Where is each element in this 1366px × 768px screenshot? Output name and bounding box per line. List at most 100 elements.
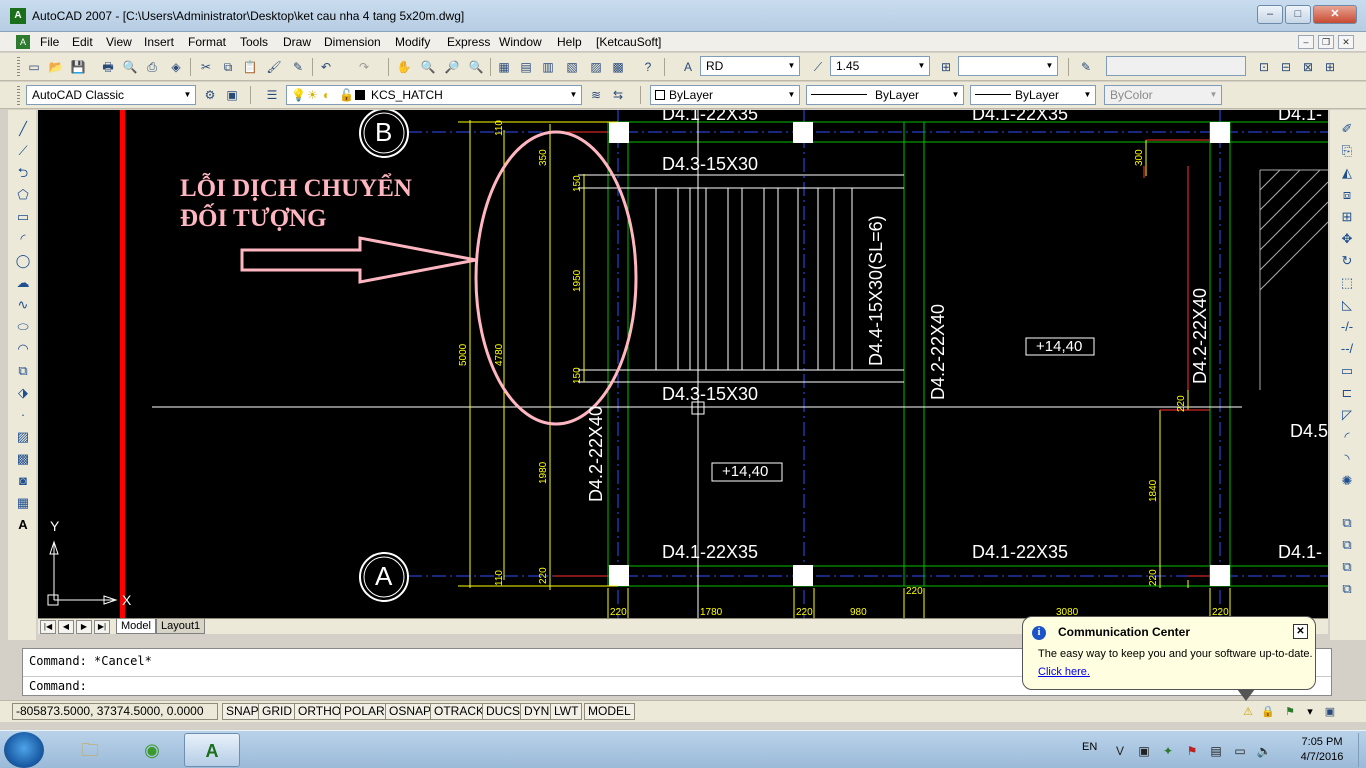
document-icon[interactable]: A xyxy=(16,35,30,49)
first-tab-icon[interactable]: |◀ xyxy=(40,620,56,634)
ducs-toggle[interactable]: DUCS xyxy=(482,703,525,720)
ortho-toggle[interactable]: ORTHO xyxy=(294,703,346,720)
trim-icon[interactable]: -/- xyxy=(1338,318,1356,336)
rectangle-icon[interactable]: ▭ xyxy=(14,208,32,226)
match-properties-icon[interactable]: 🖌 xyxy=(264,57,284,77)
undo-icon[interactable]: ↶ xyxy=(316,57,336,77)
unikey-icon[interactable]: V xyxy=(1112,743,1128,759)
polygon-icon[interactable]: ⬠ xyxy=(14,186,32,204)
table-icon[interactable]: ▦ xyxy=(14,494,32,512)
plot-preview-icon[interactable]: 🔍 xyxy=(120,57,140,77)
polyline-icon[interactable]: ⮌ xyxy=(14,164,32,182)
dim-style-icon[interactable]: ⟋ xyxy=(808,57,828,77)
tab-model[interactable]: Model xyxy=(116,619,156,634)
command-prompt[interactable]: Command: xyxy=(29,679,87,693)
menu-window[interactable]: Window xyxy=(499,35,542,49)
multiline-style-icon[interactable]: ✎ xyxy=(1076,57,1096,77)
clean-screen-icon[interactable]: ▣ xyxy=(1322,704,1338,720)
draworder2-icon[interactable]: ⧉ xyxy=(1338,536,1356,554)
minimize-button[interactable]: – xyxy=(1257,5,1283,24)
new-icon[interactable]: ▭ xyxy=(24,57,44,77)
3d-dwf-icon[interactable]: ◈ xyxy=(166,57,186,77)
redo-icon[interactable]: ↷ xyxy=(354,57,374,77)
lineweight-select[interactable]: ByLayer ▼ xyxy=(970,85,1096,105)
layer-previous-icon[interactable]: ⇆ xyxy=(608,85,628,105)
explode-icon[interactable]: ✺ xyxy=(1338,472,1356,490)
circle-icon[interactable]: ◯ xyxy=(14,252,32,270)
copy-icon[interactable]: ⧉ xyxy=(218,57,238,77)
save-icon[interactable]: 💾 xyxy=(68,57,88,77)
maximize-button[interactable]: □ xyxy=(1285,5,1311,24)
clock[interactable]: 7:05 PM 4/7/2016 xyxy=(1290,735,1354,765)
chamfer-icon[interactable]: ◸ xyxy=(1338,406,1356,424)
draworder-icon[interactable]: ⧉ xyxy=(1338,514,1356,532)
prev-tab-icon[interactable]: ◀ xyxy=(58,620,74,634)
arc-icon[interactable]: ◜ xyxy=(14,230,32,248)
tab-layout1[interactable]: Layout1 xyxy=(156,619,206,634)
make-current-layer-icon[interactable]: ≋ xyxy=(586,85,606,105)
menu-file[interactable]: File xyxy=(40,35,59,49)
viewport3-icon[interactable]: ⊠ xyxy=(1298,57,1318,77)
balloon-close-button[interactable]: ✕ xyxy=(1293,624,1308,639)
next-tab-icon[interactable]: ▶ xyxy=(76,620,92,634)
layer-manager-icon[interactable]: ☰ xyxy=(262,85,282,105)
pan-icon[interactable]: ✋ xyxy=(394,57,414,77)
menu-help[interactable]: Help xyxy=(557,35,582,49)
polar-toggle[interactable]: POLAR xyxy=(340,703,389,720)
block-editor-icon[interactable]: ✎ xyxy=(288,57,308,77)
region-icon[interactable]: ◙ xyxy=(14,472,32,490)
monitor-icon[interactable]: ▭ xyxy=(1232,743,1248,759)
menu-express[interactable]: Express xyxy=(447,35,490,49)
rotate-icon[interactable]: ↻ xyxy=(1338,252,1356,270)
communication-center-icon[interactable]: ⚑ xyxy=(1282,704,1298,720)
coccoc-taskbar-icon[interactable]: ◉ xyxy=(124,733,180,767)
move-icon[interactable]: ✥ xyxy=(1338,230,1356,248)
menu-draw[interactable]: Draw xyxy=(283,35,311,49)
doc-minimize-button[interactable]: – xyxy=(1298,35,1314,49)
gradient-icon[interactable]: ▩ xyxy=(14,450,32,468)
dyn-toggle[interactable]: DYN xyxy=(520,703,554,720)
zoom-window-icon[interactable]: 🔎 xyxy=(442,57,462,77)
osnap-toggle[interactable]: OSNAP xyxy=(385,703,436,720)
menu-modify[interactable]: Modify xyxy=(395,35,430,49)
close-button[interactable]: ✕ xyxy=(1313,5,1357,24)
style-select-disabled[interactable] xyxy=(1106,56,1246,76)
viewport4-icon[interactable]: ⊞ xyxy=(1320,57,1340,77)
ellipse-arc-icon[interactable]: ◠ xyxy=(14,340,32,358)
zoom-previous-icon[interactable]: 🔍 xyxy=(466,57,486,77)
warning-icon[interactable]: ⚠ xyxy=(1240,704,1256,720)
markup-icon[interactable]: ▨ xyxy=(586,57,606,77)
draworder4-icon[interactable]: ⧉ xyxy=(1338,580,1356,598)
publish-icon[interactable]: ⎙ xyxy=(142,57,162,77)
model-toggle[interactable]: MODEL xyxy=(584,703,635,720)
explorer-taskbar-icon[interactable]: 🗀 xyxy=(62,733,118,767)
snap-toggle[interactable]: SNAP xyxy=(222,703,263,720)
mtext-icon[interactable]: A xyxy=(14,516,32,534)
table-style-select[interactable]: ▼ xyxy=(958,56,1058,76)
insert-block-icon[interactable]: ⧉ xyxy=(14,362,32,380)
line-icon[interactable]: ╱ xyxy=(14,120,32,138)
break-icon[interactable]: ▭ xyxy=(1338,362,1356,380)
tool-palettes-icon[interactable]: ▥ xyxy=(538,57,558,77)
menu-dimension[interactable]: Dimension xyxy=(324,35,381,49)
network-display-icon[interactable]: ▣ xyxy=(1136,743,1152,759)
text-style-select[interactable]: RD ▼ xyxy=(700,56,800,76)
sheet-set-icon[interactable]: ▧ xyxy=(562,57,582,77)
action-center-icon[interactable]: ⚑ xyxy=(1184,743,1200,759)
color-select[interactable]: ByLayer ▼ xyxy=(650,85,800,105)
copy-object-icon[interactable]: ⎘ xyxy=(1338,142,1356,160)
hatch-icon[interactable]: ▨ xyxy=(14,428,32,446)
network-icon[interactable]: ✦ xyxy=(1160,743,1176,759)
grid-toggle[interactable]: GRID xyxy=(258,703,296,720)
revcloud-icon[interactable]: ☁ xyxy=(14,274,32,292)
extend-icon[interactable]: --/ xyxy=(1338,340,1356,358)
doc-restore-button[interactable]: ❐ xyxy=(1318,35,1334,49)
doc-close-button[interactable]: ✕ xyxy=(1338,35,1354,49)
coordinate-display[interactable]: -805873.5000, 37374.5000, 0.0000 xyxy=(12,703,218,720)
dim-style-select[interactable]: 1.45 ▼ xyxy=(830,56,930,76)
fillet2-icon[interactable]: ◝ xyxy=(1338,450,1356,468)
show-desktop-button[interactable] xyxy=(1358,733,1366,767)
start-button[interactable] xyxy=(4,732,44,768)
language-indicator[interactable]: EN xyxy=(1082,741,1097,753)
properties-icon[interactable]: ▦ xyxy=(494,57,514,77)
